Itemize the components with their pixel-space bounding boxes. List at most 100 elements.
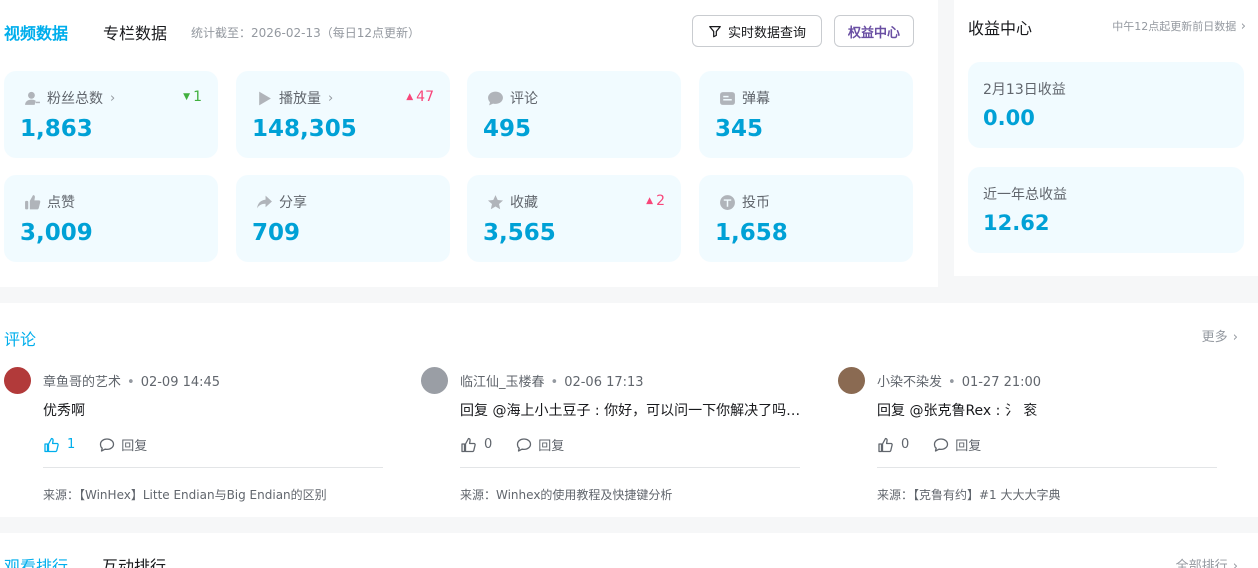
tab-video-data[interactable]: 视频数据 <box>4 20 68 44</box>
reply-button[interactable]: 回复 <box>933 435 981 454</box>
stat-card-value: 148,305 <box>252 116 357 142</box>
stat-card[interactable]: 播放量 › 148,305 ▲ 47 <box>236 71 450 158</box>
danmaku-icon <box>719 90 736 107</box>
like-button[interactable]: 1 <box>43 437 75 453</box>
tab-interact-ranking[interactable]: 互动排行 <box>102 553 166 568</box>
stat-card-label: 粉丝总数 › <box>24 88 115 108</box>
stat-card: 弹幕 345 <box>699 71 913 158</box>
comment-actions: 0 回复 <box>460 435 564 454</box>
video-data-panel: 视频数据 专栏数据 统计截至：2026-02-13（每日12点更新） 实时数据查… <box>0 0 938 287</box>
income-title: 收益中心 <box>968 19 1033 38</box>
stat-card-label: 点赞 <box>24 192 75 212</box>
stat-card-label: 播放量 › <box>256 88 333 108</box>
stat-card-delta: ▼ 1 <box>183 89 202 105</box>
tab-column-data[interactable]: 专栏数据 <box>103 20 167 44</box>
ranking-panel: 观看排行 互动排行 全部排行 › <box>0 533 1258 568</box>
comment-text: 回复 @海上小土豆子 : 你好，可以问一下你解决了吗… <box>460 403 801 419</box>
share-icon <box>256 194 273 211</box>
triangle-up-icon: ▲ <box>646 196 654 206</box>
like-count: 0 <box>901 437 910 452</box>
stat-card-label: 弹幕 <box>719 88 770 108</box>
realtime-query-button[interactable]: 实时数据查询 <box>692 15 822 47</box>
comment-item: 章鱼哥的艺术 • 02-09 14:45 优秀啊 1 回复来源：【WinHex】Litte… <box>4 366 383 516</box>
comment-header: 小染不染发 • 01-27 21:00 <box>877 375 1042 390</box>
stat-card: 分享 709 <box>236 175 450 262</box>
benefit-center-button[interactable]: 权益中心 <box>834 15 914 47</box>
comment-item: 小染不染发 • 01-27 21:00 回复 @张克鲁Rex : 氵 衮 0 回复 来源：【… <box>838 366 1217 516</box>
comment-source-link[interactable]: 来源：Winhex的使用教程及快捷键分析 <box>460 486 672 503</box>
avatar[interactable] <box>838 367 865 394</box>
reply-icon <box>933 437 949 453</box>
stat-card-label: 收藏 <box>487 192 538 212</box>
income-yearly-value: 12.62 <box>983 211 1050 235</box>
comment-header: 章鱼哥的艺术 • 02-09 14:45 <box>43 375 221 390</box>
filter-icon <box>709 26 721 38</box>
comment-source-link[interactable]: 来源：【克鲁有约】#1 大大大字典 <box>877 486 1061 503</box>
like-button[interactable]: 0 <box>877 437 909 453</box>
stat-card-label-text: 粉丝总数 <box>47 91 103 107</box>
stat-card-value: 1,863 <box>20 116 93 142</box>
star-icon <box>487 194 504 211</box>
comment-item: 临江仙_玉楼春 • 02-06 17:13 回复 @海上小土豆子 : 你好，可以问一下… <box>421 366 800 516</box>
stat-card-value: 345 <box>715 116 764 142</box>
thumb-icon <box>24 194 41 211</box>
like-button[interactable]: 0 <box>460 437 492 453</box>
comment-time: 01-27 21:00 <box>961 375 1042 390</box>
reply-button[interactable]: 回复 <box>516 435 564 454</box>
comments-more-link[interactable]: 更多 › <box>1202 326 1238 345</box>
comment-time: 02-09 14:45 <box>140 375 221 390</box>
income-card-yearly: 近一年总收益 12.62 <box>968 167 1244 253</box>
income-update-note[interactable]: 中午12点起更新前日数据 › <box>1112 18 1246 34</box>
reply-label: 回复 <box>538 439 565 454</box>
chevron-right-icon: › <box>328 90 334 106</box>
avatar[interactable] <box>4 367 31 394</box>
stat-card-label-text: 收藏 <box>510 195 538 211</box>
comments-title: 评论 <box>4 330 37 349</box>
divider <box>877 467 1217 468</box>
stat-card-label-text: 播放量 <box>279 91 321 107</box>
all-ranking-link[interactable]: 全部排行 › <box>1176 555 1238 568</box>
coin-icon <box>719 194 736 211</box>
stat-card-delta: ▲ 47 <box>406 89 434 105</box>
income-card-daily: 2月13日收益 0.00 <box>968 62 1244 148</box>
comment-username[interactable]: 章鱼哥的艺术 <box>43 375 121 390</box>
stat-card-delta-value: 1 <box>193 89 202 105</box>
stat-card: 收藏 3,565 ▲ 2 <box>467 175 681 262</box>
like-count: 0 <box>484 437 493 452</box>
stat-card-delta-value: 47 <box>416 89 434 105</box>
stat-card-delta-value: 2 <box>656 193 665 209</box>
comment-icon <box>487 90 504 107</box>
comment-text: 优秀啊 <box>43 403 85 419</box>
thumb-up-icon <box>460 437 476 453</box>
income-daily-label: 2月13日收益 <box>983 82 1066 98</box>
reply-icon <box>99 437 115 453</box>
income-yearly-label: 近一年总收益 <box>983 187 1067 203</box>
stat-card: 投币 1,658 <box>699 175 913 262</box>
stat-card-label-text: 弹幕 <box>742 91 770 107</box>
stat-card: 点赞 3,009 <box>4 175 218 262</box>
income-panel: 收益中心 中午12点起更新前日数据 › 2月13日收益 0.00 近一年总收益 … <box>954 0 1258 276</box>
stat-card-label: 投币 <box>719 192 770 212</box>
divider <box>43 467 383 468</box>
tab-watch-ranking[interactable]: 观看排行 <box>4 553 68 568</box>
chevron-right-icon: › <box>1240 19 1246 34</box>
stat-card-value: 1,658 <box>715 220 788 246</box>
avatar[interactable] <box>421 367 448 394</box>
stat-card-label: 分享 <box>256 192 307 212</box>
stat-card[interactable]: 粉丝总数 › 1,863 ▼ 1 <box>4 71 218 158</box>
stat-update-note: 统计截至：2026-02-13（每日12点更新） <box>191 26 421 40</box>
income-daily-value: 0.00 <box>983 106 1035 130</box>
benefit-center-label: 权益中心 <box>847 25 900 41</box>
reply-icon <box>516 437 532 453</box>
chevron-right-icon: › <box>1232 330 1238 345</box>
comment-actions: 0 回复 <box>877 435 981 454</box>
user-icon <box>24 90 41 107</box>
comment-username[interactable]: 小染不染发 <box>877 375 942 390</box>
stat-card-value: 709 <box>252 220 301 246</box>
reply-label: 回复 <box>121 439 148 454</box>
comment-source-link[interactable]: 来源：【WinHex】Litte Endian与Big Endian的区别 <box>43 486 327 503</box>
stat-card-label-text: 分享 <box>279 195 307 211</box>
reply-button[interactable]: 回复 <box>99 435 147 454</box>
stat-card-value: 3,009 <box>20 220 93 246</box>
comment-username[interactable]: 临江仙_玉楼春 <box>460 375 545 390</box>
